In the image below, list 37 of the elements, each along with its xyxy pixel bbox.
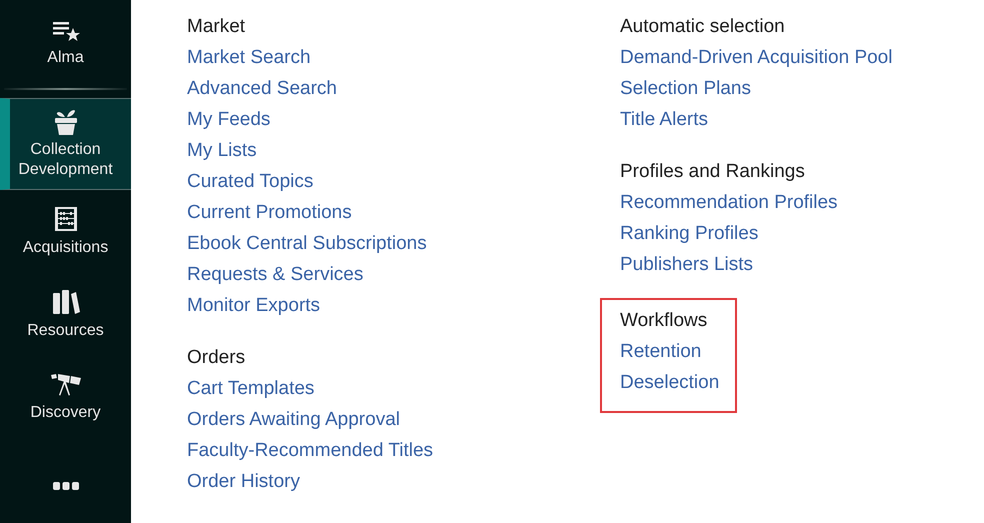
menu-link[interactable]: Recommendation Profiles — [620, 192, 838, 214]
section-heading: Automatic selection — [620, 16, 785, 38]
menu-link[interactable]: Curated Topics — [187, 171, 314, 193]
nav-item[interactable]: Alma — [0, 0, 131, 88]
menu-link[interactable]: My Feeds — [187, 109, 270, 131]
section-heading: Profiles and Rankings — [620, 161, 805, 183]
menu-link[interactable]: Publishers Lists — [620, 254, 754, 276]
menu-link[interactable]: Orders Awaiting Approval — [187, 409, 400, 431]
menu-link[interactable]: Requests & Services — [187, 264, 364, 286]
menu-link[interactable]: Demand-Driven Acquisition Pool — [620, 47, 892, 69]
list-star-icon — [50, 20, 80, 42]
section-heading: Market — [187, 16, 246, 38]
menu-link[interactable]: My Lists — [187, 140, 257, 162]
menu-link[interactable]: Ebook Central Subscriptions — [187, 233, 427, 255]
menu-link[interactable]: Deselection — [620, 372, 720, 394]
menu-link[interactable]: Market Search — [187, 47, 311, 69]
nav-item[interactable]: Acquisitions — [0, 190, 131, 273]
menu-link[interactable]: Order History — [187, 471, 300, 493]
menu-link[interactable]: Title Alerts — [620, 109, 708, 131]
nav-item[interactable]: Discovery — [0, 356, 131, 439]
menu-link[interactable]: Cart Templates — [187, 378, 314, 400]
abacus-icon — [52, 206, 78, 232]
menu-link[interactable]: Current Promotions — [187, 202, 352, 224]
section-heading: Workflows — [620, 310, 708, 332]
section-heading: Orders — [187, 347, 246, 369]
menu-link[interactable]: Monitor Exports — [187, 295, 320, 317]
more-icon[interactable] — [52, 481, 78, 491]
menu-link[interactable]: Faculty-Recommended Titles — [187, 440, 434, 462]
books-icon — [52, 288, 80, 314]
nav-item[interactable]: Resources — [0, 273, 131, 356]
menu-link[interactable]: Retention — [620, 341, 702, 363]
nav-item[interactable]: Collection Development — [0, 98, 131, 190]
menu-link[interactable]: Ranking Profiles — [620, 223, 758, 245]
telescope-icon — [50, 372, 82, 396]
menu-link[interactable]: Selection Plans — [620, 78, 751, 100]
menu-link[interactable]: Advanced Search — [187, 78, 337, 100]
plant-pot-icon — [52, 108, 78, 136]
